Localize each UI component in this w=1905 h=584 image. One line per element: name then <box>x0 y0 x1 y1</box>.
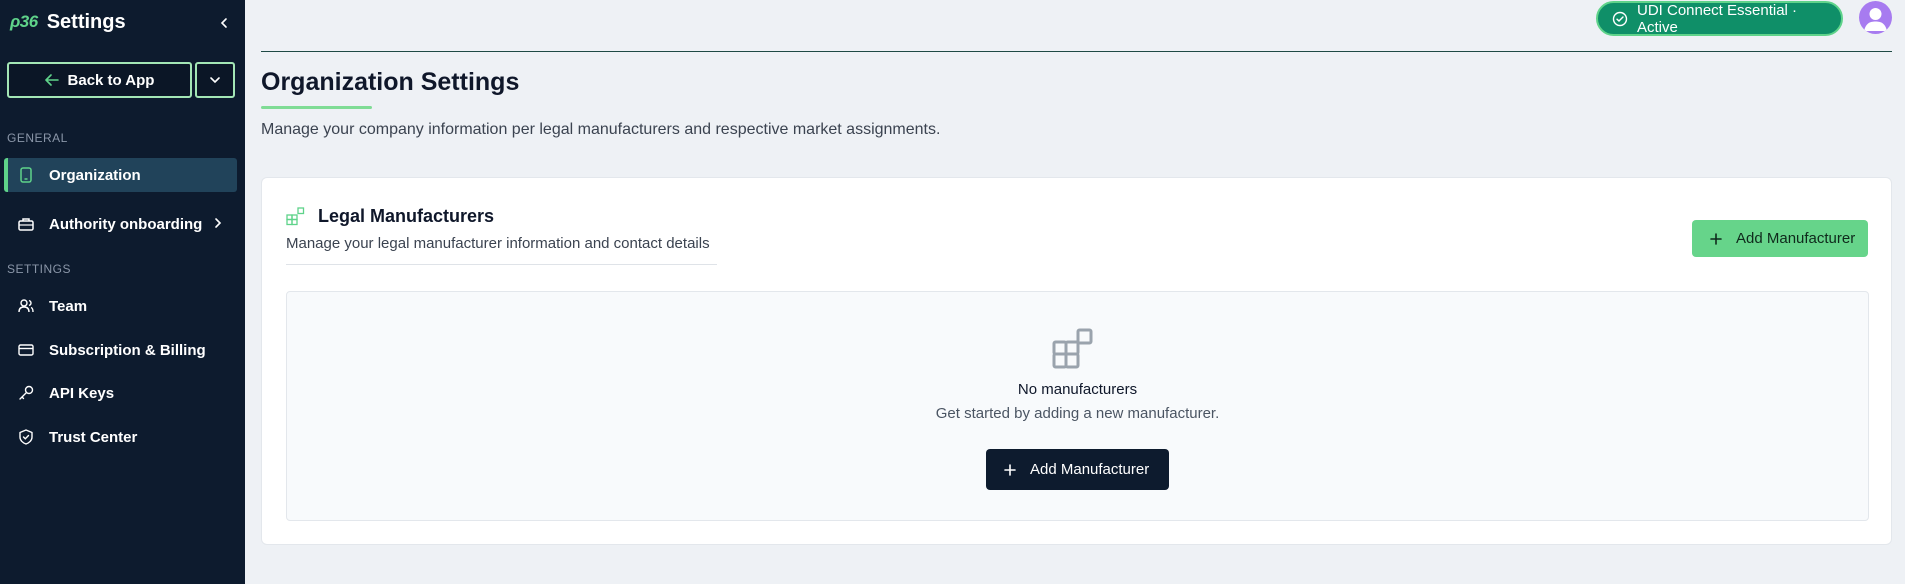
empty-add-manufacturer-button[interactable]: Add Manufacturer <box>986 449 1169 490</box>
card-subtitle: Manage your legal manufacturer informati… <box>286 235 710 252</box>
sidebar-item-api-keys[interactable]: API Keys <box>4 376 237 410</box>
card-title: Legal Manufacturers <box>318 206 495 226</box>
shield-check-icon <box>16 427 36 447</box>
sidebar-item-subscription-billing[interactable]: Subscription & Billing <box>4 333 237 367</box>
arrow-left-icon <box>44 74 59 86</box>
check-circle-icon <box>1612 11 1628 26</box>
back-to-app-button[interactable]: Back to App <box>7 62 192 98</box>
back-to-app-group: Back to App <box>7 62 235 98</box>
sidebar-item-label: Team <box>49 297 88 315</box>
back-to-app-label: Back to App <box>67 71 155 89</box>
empty-state-title: No manufacturers <box>1017 381 1138 398</box>
sidebar-item-label: Subscription & Billing <box>49 341 206 359</box>
add-manufacturer-button[interactable]: Add Manufacturer <box>1692 220 1868 257</box>
sidebar: ρ36 Settings Back to App GENERAL Organiz… <box>0 0 245 584</box>
subscription-status-badge[interactable]: UDI Connect Essential · Active <box>1596 1 1843 36</box>
manufacturers-icon <box>286 207 305 226</box>
plus-icon <box>1004 463 1016 476</box>
sidebar-header: ρ36 Settings <box>10 8 235 36</box>
header-divider <box>261 51 1892 52</box>
page-subtitle: Manage your company information per lega… <box>261 121 941 138</box>
user-avatar-icon <box>1864 8 1887 31</box>
legal-manufacturers-card: Legal Manufacturers Manage your legal ma… <box>261 177 1892 545</box>
card-divider <box>286 264 717 265</box>
sidebar-item-authority-onboarding[interactable]: Authority onboarding <box>4 207 237 241</box>
sidebar-item-label: Trust Center <box>49 428 138 446</box>
sidebar-item-label: API Keys <box>49 384 115 402</box>
sidebar-item-trust-center[interactable]: Trust Center <box>4 420 237 454</box>
title-underline <box>261 106 372 109</box>
subscription-status-label: UDI Connect Essential · Active <box>1636 1 1798 36</box>
section-label-general: GENERAL <box>7 131 68 145</box>
sidebar-item-label: Authority onboarding <box>49 215 203 233</box>
chevron-right-icon <box>215 218 222 228</box>
chevron-down-icon <box>210 77 220 84</box>
add-manufacturer-label: Add Manufacturer <box>1736 230 1856 247</box>
sidebar-item-label: Organization <box>49 166 141 184</box>
sidebar-item-team[interactable]: Team <box>4 289 237 323</box>
avatar[interactable] <box>1859 1 1892 34</box>
page-title: Organization Settings <box>261 68 520 96</box>
sidebar-item-organization[interactable]: Organization <box>4 158 237 192</box>
plus-icon <box>1710 232 1722 245</box>
app-switcher-dropdown[interactable] <box>195 62 235 98</box>
chevron-left-icon <box>220 18 227 28</box>
users-icon <box>16 296 36 316</box>
empty-state: No manufacturers Get started by adding a… <box>286 291 1869 521</box>
empty-manufacturers-icon <box>1052 328 1093 369</box>
empty-state-subtitle: Get started by adding a new manufacturer… <box>935 405 1220 422</box>
empty-add-manufacturer-label: Add Manufacturer <box>1030 461 1150 478</box>
collapse-sidebar-button[interactable] <box>213 12 235 34</box>
tablet-icon <box>16 165 36 185</box>
brand-logo[interactable]: ρ36 <box>10 12 38 32</box>
briefcase-icon <box>16 214 36 234</box>
key-icon <box>16 383 36 403</box>
section-label-settings: SETTINGS <box>7 262 72 276</box>
credit-card-icon <box>16 340 36 360</box>
sidebar-title: Settings <box>46 10 126 33</box>
